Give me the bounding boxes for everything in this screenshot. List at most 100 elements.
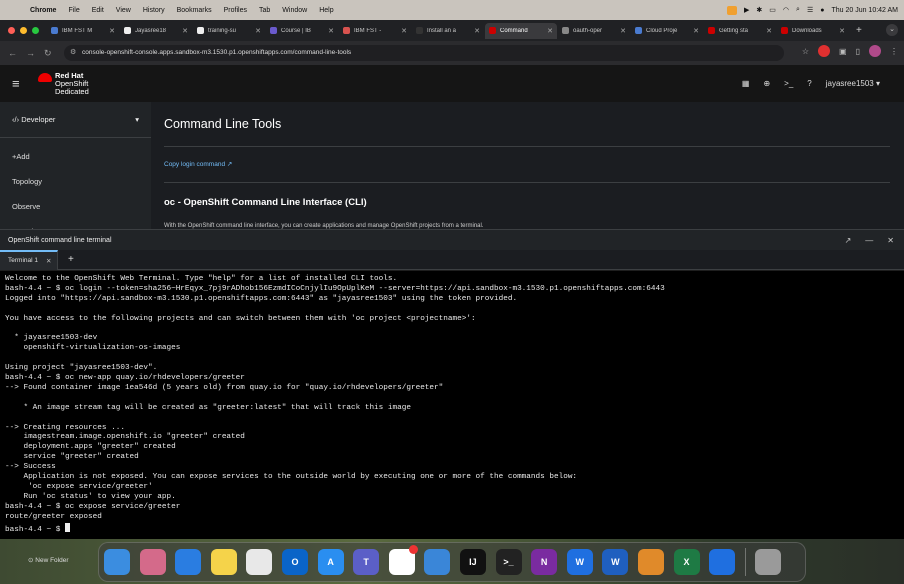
reload-icon[interactable]: ↻ (44, 48, 54, 59)
browser-tab[interactable]: Jayasree18 ✕ (120, 23, 192, 39)
menu-app-name[interactable]: Chrome (30, 7, 56, 14)
chrome-icon[interactable] (246, 549, 273, 575)
menubar-clock[interactable]: Thu 20 Jun 10:42 AM (831, 7, 898, 14)
minimize-icon[interactable]: — (865, 236, 873, 245)
app-launcher-icon[interactable]: ▦ (742, 79, 750, 88)
tab-close-icon[interactable]: ✕ (620, 27, 626, 35)
nav-item-observe[interactable]: Observe (0, 194, 151, 219)
bluetooth-icon[interactable]: ✱ (756, 6, 762, 14)
extension-icon[interactable] (818, 45, 831, 57)
openshift-logo[interactable]: Red Hat OpenShift Dedicated (38, 71, 89, 96)
browser-tab[interactable]: Install an a ✕ (412, 23, 484, 39)
terminal-icon[interactable]: >_ (495, 549, 522, 575)
perspective-switcher[interactable]: ‹/› Developer ▾ (0, 102, 151, 138)
notes-icon[interactable] (210, 549, 237, 575)
left-nav: ‹/› Developer ▾ +Add Topology Observe Se… (0, 102, 151, 236)
menu-window[interactable]: Window (282, 7, 307, 14)
outlook-icon[interactable]: O (281, 549, 308, 575)
add-terminal-tab-button[interactable]: + (68, 254, 74, 265)
user-menu[interactable]: jayasree1503 ▾ (826, 79, 880, 88)
profile-avatar[interactable] (869, 45, 881, 57)
open-new-tab-icon[interactable]: ↗ (845, 236, 852, 245)
new-tab-button[interactable]: + (856, 25, 862, 36)
menu-file[interactable]: File (68, 7, 79, 14)
nav-item-topology[interactable]: Topology (0, 169, 151, 194)
finder-icon[interactable] (104, 549, 130, 575)
launchpad-icon[interactable] (139, 549, 166, 575)
trash-icon[interactable] (754, 549, 781, 575)
tab-close-icon[interactable]: ✕ (182, 27, 188, 35)
onenote-icon[interactable]: N (531, 549, 558, 575)
safari-icon[interactable] (175, 549, 202, 575)
tab-close-icon[interactable]: ✕ (547, 27, 553, 35)
back-icon[interactable]: ← (8, 48, 18, 58)
terminal-output[interactable]: Welcome to the OpenShift Web Terminal. T… (0, 271, 904, 539)
menu-bookmarks[interactable]: Bookmarks (177, 7, 212, 14)
tab-close-icon[interactable]: ✕ (766, 27, 772, 35)
copy-login-command-link[interactable]: Copy login command ↗ (164, 160, 232, 168)
close-tab-icon[interactable]: ✕ (46, 257, 51, 265)
tab-close-icon[interactable]: ✕ (255, 27, 261, 35)
forward-icon[interactable]: → (26, 48, 36, 58)
extensions-puzzle-icon[interactable]: ▣ (839, 47, 847, 56)
help-icon[interactable]: ? (807, 79, 811, 88)
browser-tab[interactable]: Getting sta ✕ (704, 23, 776, 39)
nav-item-add[interactable]: +Add (0, 144, 151, 169)
browser-tab[interactable]: oauth-oper ✕ (558, 23, 630, 39)
terminal-tab-1[interactable]: Terminal 1 ✕ (0, 249, 58, 270)
teams-icon[interactable]: T (353, 549, 380, 575)
menu-edit[interactable]: Edit (92, 7, 104, 14)
menu-help[interactable]: Help (319, 7, 333, 14)
search-icon[interactable]: ⌕ (796, 6, 800, 14)
terminal-line: * An image stream tag will be created as… (5, 403, 411, 412)
browser-tab[interactable]: IBM FST M ✕ (47, 23, 119, 39)
xcode-icon[interactable] (424, 549, 451, 575)
tab-close-icon[interactable]: ✕ (693, 27, 699, 35)
bookmark-star-icon[interactable]: ☆ (802, 47, 809, 56)
status-app-icon[interactable] (727, 5, 738, 15)
word-icon[interactable]: W (602, 549, 629, 575)
tab-close-icon[interactable]: ✕ (839, 27, 845, 35)
wifi-icon[interactable]: ◠ (783, 6, 789, 14)
browser-tab[interactable]: training-su ✕ (193, 23, 265, 39)
menu-profiles[interactable]: Profiles (224, 7, 247, 14)
close-window-button[interactable] (8, 27, 15, 34)
browser-tab[interactable]: Cloud Proje ✕ (631, 23, 703, 39)
zoom-window-button[interactable] (32, 27, 39, 34)
browser-tab[interactable]: Command ✕ (485, 22, 557, 39)
menu-tab[interactable]: Tab (259, 7, 270, 14)
quick-create-icon[interactable]: ⊕ (763, 79, 770, 88)
webex-meetings-icon[interactable] (709, 549, 736, 575)
hamburger-menu-icon[interactable]: ≡ (12, 76, 32, 91)
webex-icon[interactable]: W (566, 549, 593, 575)
preview-icon[interactable] (637, 549, 664, 575)
new-folder-item[interactable]: ⊙ New Folder (28, 556, 69, 564)
slack-icon[interactable] (388, 545, 418, 575)
browser-tab[interactable]: Course | IB ✕ (266, 23, 338, 39)
terminal-line: Application is not exposed. You can expo… (5, 473, 578, 482)
sidepanel-icon[interactable]: ▯ (856, 47, 860, 56)
intellij-icon[interactable]: IJ (459, 549, 486, 575)
excel-icon[interactable]: X (673, 549, 700, 575)
battery-icon[interactable]: ▭ (769, 6, 776, 14)
app-store-icon[interactable]: A (317, 549, 344, 575)
terminal-icon[interactable]: >_ (784, 79, 793, 88)
close-icon[interactable]: ✕ (887, 236, 894, 245)
browser-tab[interactable]: Downloads ✕ (777, 23, 849, 39)
tab-search-button[interactable]: ⌄ (886, 24, 898, 36)
chrome-menu-icon[interactable]: ⋮ (890, 47, 898, 56)
browser-tab[interactable]: IBM FST - ✕ (339, 23, 411, 39)
siri-icon[interactable]: ● (820, 7, 824, 14)
tab-close-icon[interactable]: ✕ (474, 27, 480, 35)
tab-title: Course | IB (281, 27, 311, 34)
tab-close-icon[interactable]: ✕ (109, 27, 115, 35)
site-info-icon[interactable]: ⚙ (70, 45, 76, 61)
control-center-icon[interactable]: ☰ (807, 6, 813, 14)
tab-close-icon[interactable]: ✕ (401, 27, 407, 35)
play-icon[interactable]: ▶ (744, 6, 749, 14)
address-bar[interactable]: ⚙ console-openshift-console.apps.sandbox… (64, 45, 784, 61)
tab-close-icon[interactable]: ✕ (328, 27, 334, 35)
menu-view[interactable]: View (116, 7, 131, 14)
menu-history[interactable]: History (143, 7, 165, 14)
minimize-window-button[interactable] (20, 27, 27, 34)
